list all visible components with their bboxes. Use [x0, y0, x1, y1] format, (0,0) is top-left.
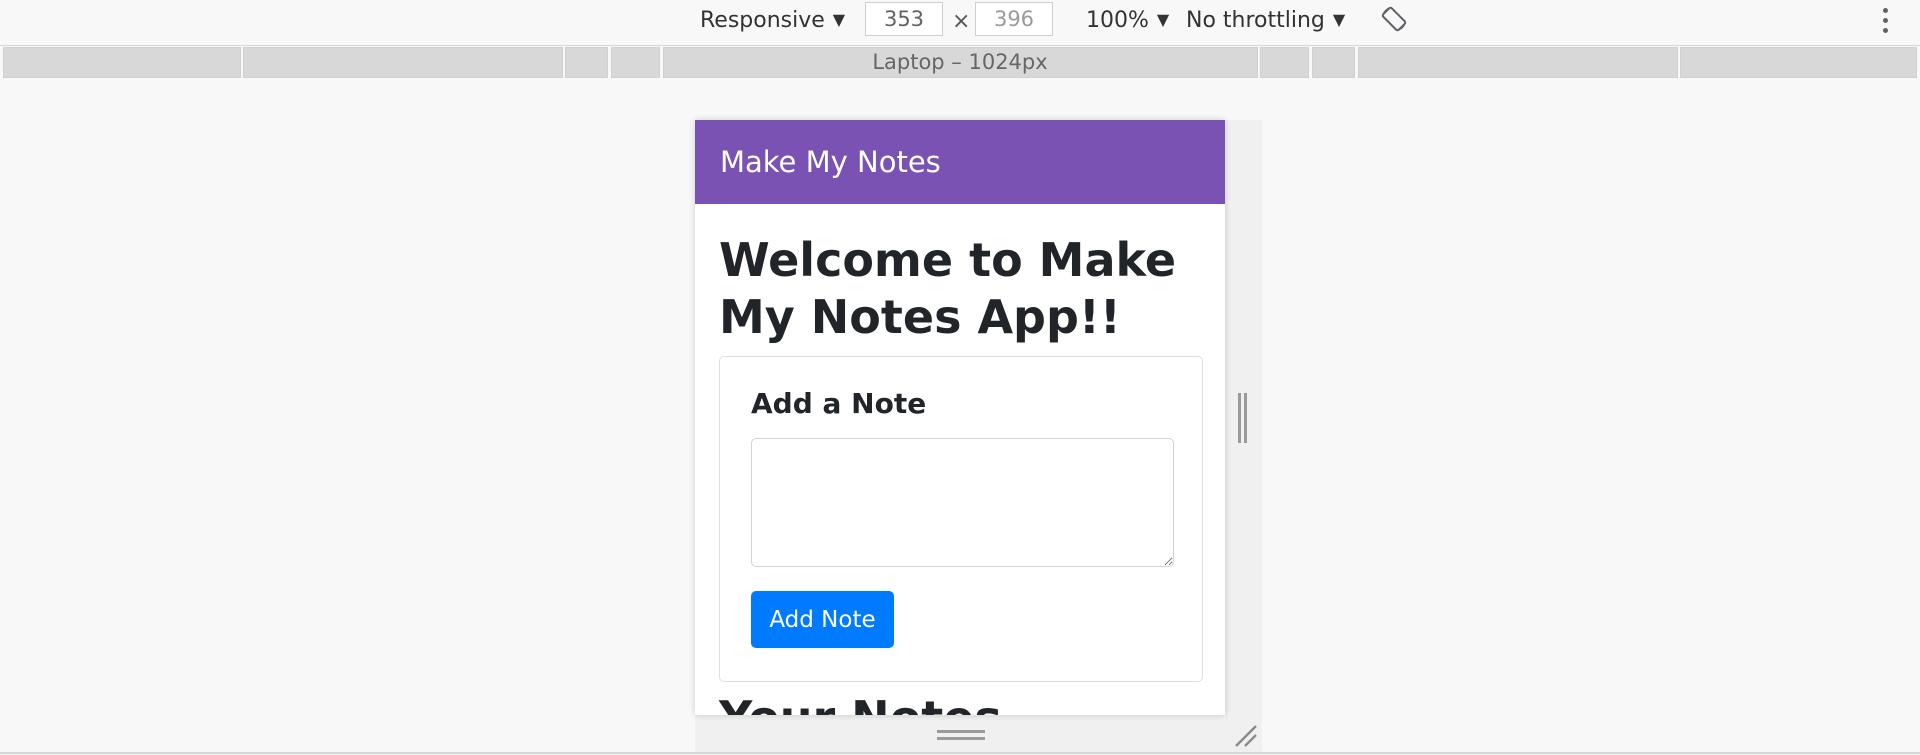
navbar: Make My Notes [695, 120, 1225, 204]
viewport-height-input[interactable]: 396 [975, 2, 1053, 36]
right-resize-handle[interactable] [1238, 393, 1250, 443]
emulated-viewport: Make My Notes Welcome to Make My Notes A… [695, 120, 1225, 715]
navbar-brand[interactable]: Make My Notes [720, 145, 941, 179]
kebab-menu-icon[interactable] [1878, 6, 1892, 36]
card-title: Add a Note [751, 387, 927, 420]
rotate-icon[interactable] [1380, 5, 1408, 37]
bottom-resize-handle[interactable] [937, 730, 985, 742]
chevron-down-icon: ▼ [1156, 10, 1170, 29]
viewport-width-input[interactable]: 353 [865, 2, 943, 36]
chevron-down-icon: ▼ [1332, 10, 1346, 29]
bottom-divider [0, 752, 1920, 754]
breakpoint-label: Laptop – 1024px [872, 50, 1048, 74]
zoom-label: 100% [1086, 8, 1149, 33]
times-sign: × [952, 9, 971, 34]
add-note-card: Add a Note Add Note [719, 356, 1203, 682]
media-query-bar: Laptop – 1024px [0, 47, 1920, 80]
welcome-heading: Welcome to Make My Notes App!! [719, 233, 1177, 344]
throttling-label: No throttling [1186, 8, 1325, 33]
chevron-down-icon: ▼ [832, 10, 846, 29]
throttling-dropdown[interactable]: No throttling ▼ [1186, 4, 1345, 36]
device-mode-dropdown[interactable]: Responsive ▼ [700, 4, 845, 36]
zoom-dropdown[interactable]: 100% ▼ [1086, 4, 1169, 36]
add-note-button[interactable]: Add Note [751, 591, 894, 648]
corner-resize-icon[interactable] [1230, 720, 1260, 750]
your-notes-heading: Your Notes [719, 690, 1225, 715]
note-textarea[interactable] [751, 438, 1174, 567]
device-mode-label: Responsive [700, 8, 825, 33]
device-toolbar: Responsive ▼ 353 × 396 100% ▼ No throttlin… [0, 0, 1920, 46]
